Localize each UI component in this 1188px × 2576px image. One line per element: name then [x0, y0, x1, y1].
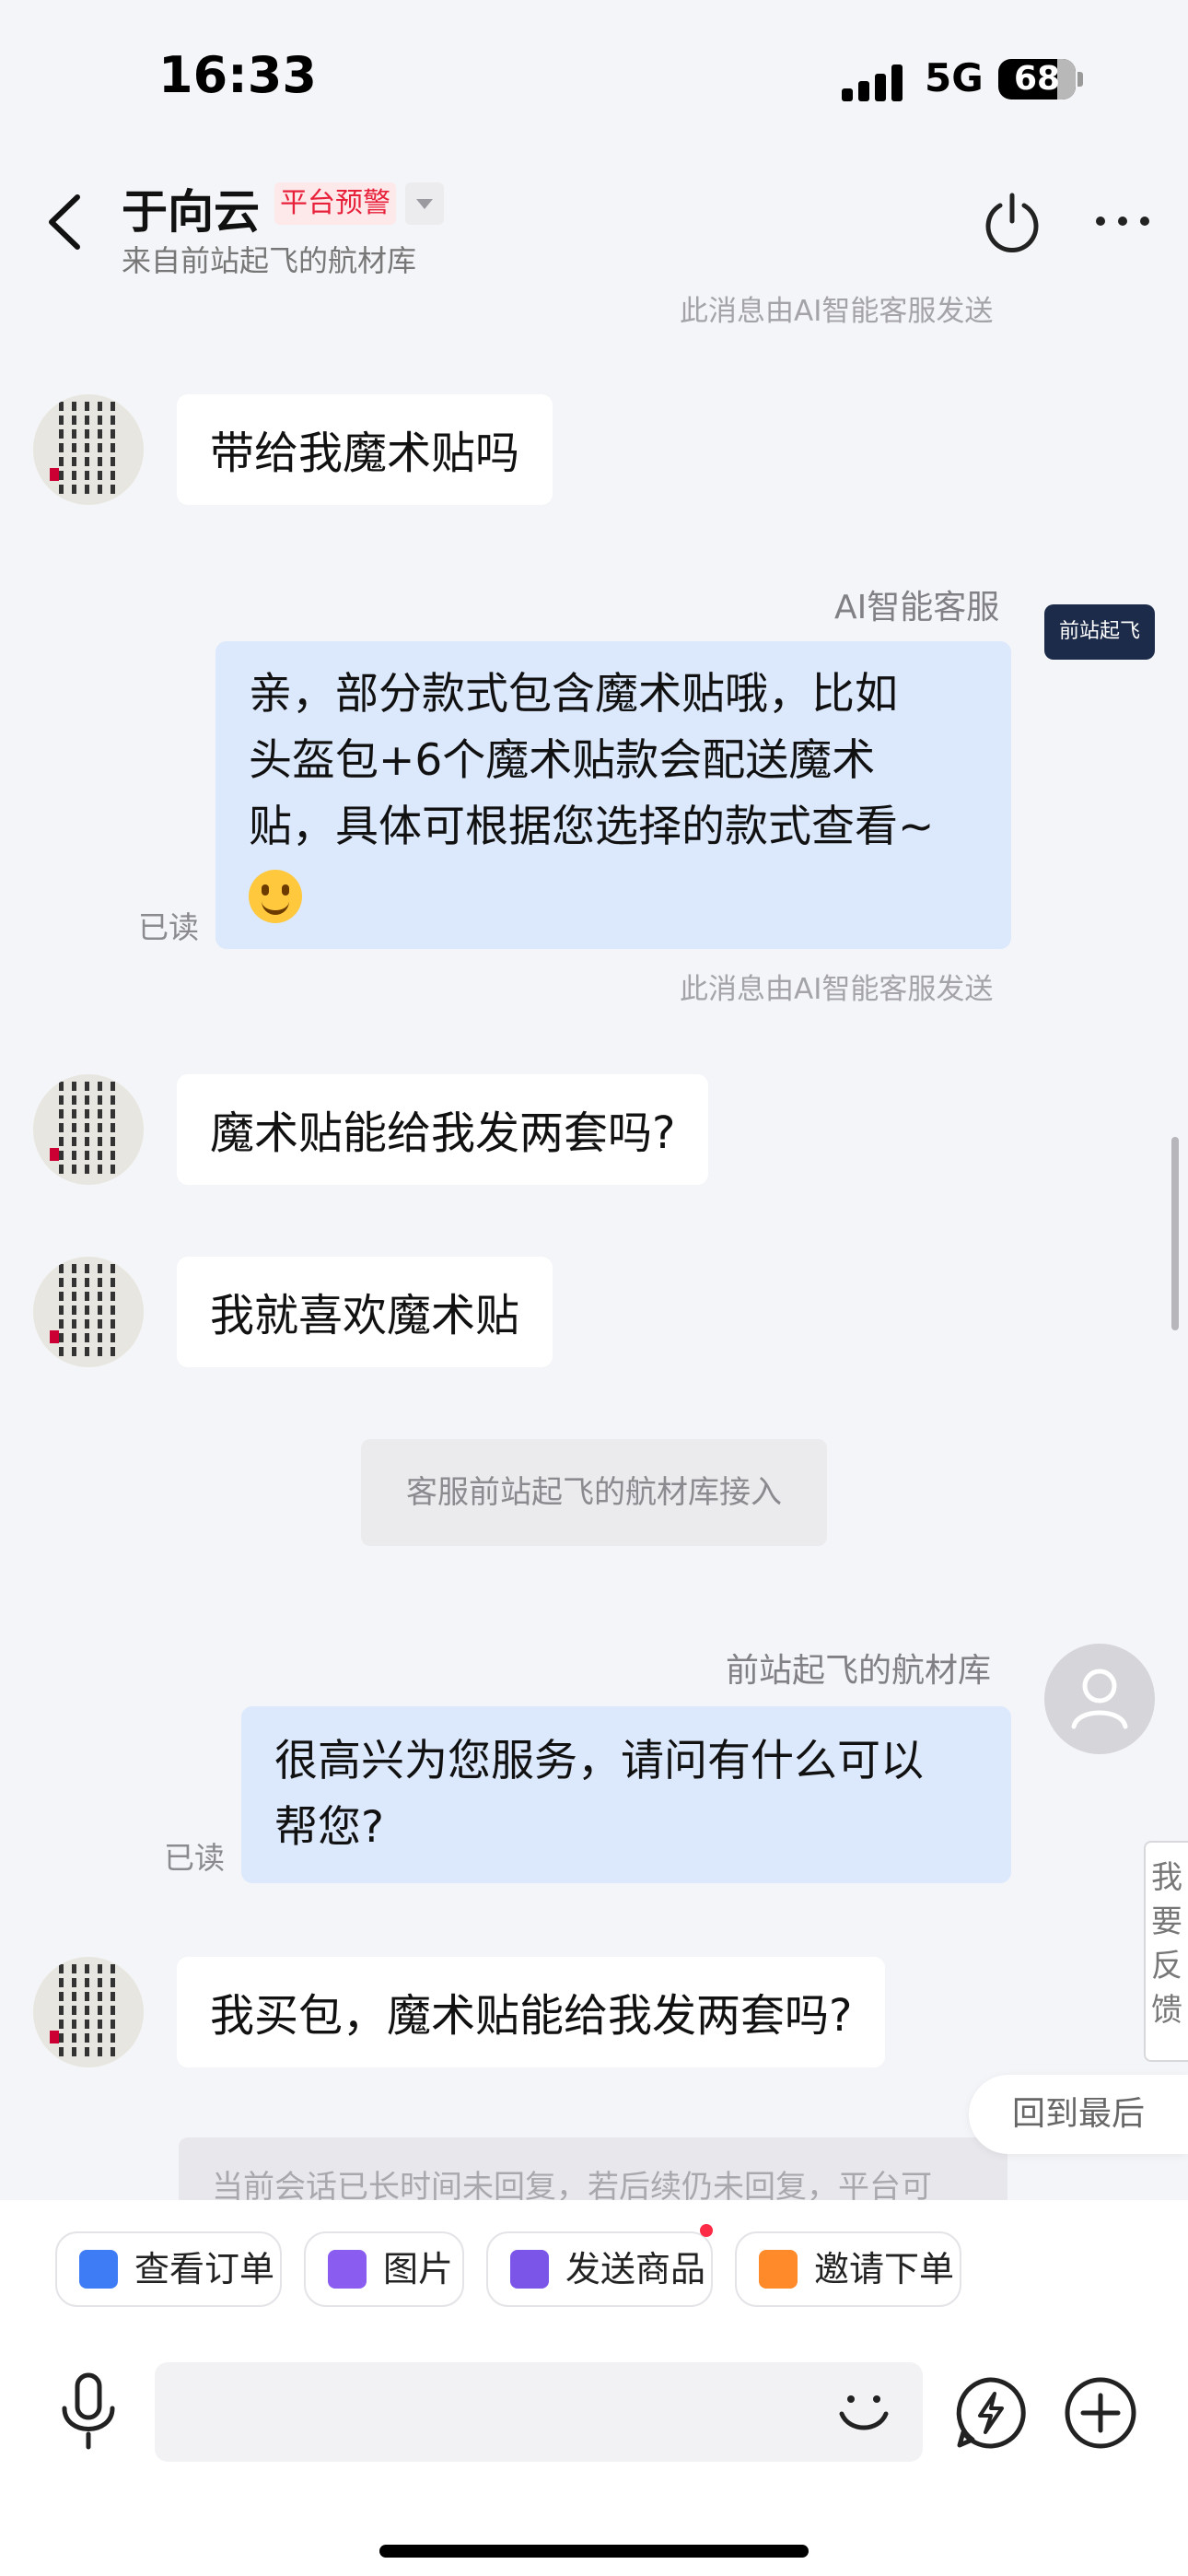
ai-reply-line: 头盔包+6个魔术贴款会配送魔术	[249, 735, 876, 786]
back-to-latest-button[interactable]: 回到最后	[969, 2075, 1188, 2154]
battery-level: 68	[1013, 60, 1061, 98]
ai-reply-line: 亲，部分款式包含魔术贴哦，比如	[249, 669, 898, 720]
timeout-notice: 当前会话已长时间未回复，若后续仍未回复，平台可	[179, 2137, 1007, 2200]
system-message: 客服前站起飞的航材库接入	[361, 1439, 827, 1546]
input-panel: 查看订单 图片 发送商品 邀请下单	[0, 2200, 1188, 2576]
power-icon[interactable]	[980, 190, 1044, 254]
send-product-button[interactable]: 发送商品	[486, 2224, 713, 2307]
message-bubble[interactable]: 带给我魔术贴吗	[177, 394, 553, 505]
emoji-icon[interactable]	[836, 2392, 891, 2434]
smiling-face-icon	[249, 869, 302, 923]
order-icon	[79, 2250, 118, 2289]
message-input[interactable]	[155, 2362, 923, 2462]
chat-message-list[interactable]: 此消息由AI智能客服发送 带给我魔术贴吗 AI智能客服 前站起飞 亲，部分款式包…	[0, 287, 1188, 2200]
quick-action-label: 图片	[383, 2249, 454, 2289]
ai-reply-line: 贴，具体可根据您选择的款式查看~	[249, 802, 935, 852]
quick-action-label: 邀请下单	[814, 2249, 955, 2289]
agent-reply-bubble[interactable]: 很高兴为您服务，请问有什么可以 帮您?	[241, 1706, 1011, 1883]
quick-action-label: 发送商品	[565, 2249, 706, 2289]
ai-notice: 此消息由AI智能客服发送	[680, 295, 994, 328]
invite-order-button[interactable]: 邀请下单	[735, 2231, 961, 2307]
quick-action-label: 查看订单	[134, 2249, 275, 2289]
shop-logo-avatar[interactable]: 前站起飞	[1044, 604, 1155, 660]
invite-icon	[759, 2250, 798, 2289]
customer-avatar[interactable]	[33, 1074, 144, 1185]
message-bubble[interactable]: 我买包，魔术贴能给我发两套吗?	[177, 1957, 886, 2067]
message-bubble[interactable]: 魔术贴能给我发两套吗?	[177, 1074, 709, 1185]
read-status: 已读	[138, 909, 199, 945]
add-icon[interactable]	[1063, 2375, 1138, 2451]
image-icon	[328, 2250, 367, 2289]
microphone-icon[interactable]	[55, 2370, 122, 2453]
home-indicator	[379, 2545, 809, 2558]
more-options-icon[interactable]	[1092, 205, 1153, 238]
agent-avatar[interactable]	[1044, 1644, 1155, 1754]
signal-icon	[842, 64, 910, 101]
battery-tip	[1077, 72, 1083, 87]
chat-header: 于向云 平台预警 来自前站起飞的航材库	[0, 157, 1188, 287]
view-order-button[interactable]: 查看订单	[55, 2231, 282, 2307]
status-time: 16:33	[158, 46, 317, 104]
agent-reply-line: 很高兴为您服务，请问有什么可以	[274, 1736, 924, 1786]
chevron-down-icon[interactable]	[405, 182, 444, 225]
network-type: 5G	[925, 55, 984, 100]
contact-name[interactable]: 于向云	[122, 175, 260, 241]
bag-icon	[510, 2250, 549, 2289]
battery-icon: 68	[998, 59, 1076, 100]
user-icon	[1071, 1669, 1128, 1729]
ai-notice: 此消息由AI智能客服发送	[680, 973, 994, 1006]
status-bar: 16:33 5G 68	[0, 0, 1188, 157]
chevron-left-icon	[49, 194, 80, 250]
ai-sender-label: AI智能客服	[834, 589, 1000, 626]
customer-avatar[interactable]	[33, 394, 144, 505]
customer-avatar[interactable]	[33, 1957, 144, 2067]
notification-dot	[700, 2224, 713, 2237]
shop-subtitle: 来自前站起飞的航材库	[122, 243, 417, 278]
back-button[interactable]	[37, 190, 92, 254]
agent-reply-line: 帮您?	[274, 1802, 384, 1853]
ai-reply-bubble[interactable]: 亲，部分款式包含魔术贴哦，比如 头盔包+6个魔术贴款会配送魔术 贴，具体可根据您…	[215, 641, 1011, 949]
message-bubble[interactable]: 我就喜欢魔术贴	[177, 1257, 553, 1367]
image-button[interactable]: 图片	[304, 2231, 464, 2307]
customer-avatar[interactable]	[33, 1257, 144, 1367]
agent-sender-label: 前站起飞的航材库	[726, 1652, 992, 1690]
scrollbar[interactable]	[1171, 1137, 1179, 1330]
platform-warning-badge[interactable]: 平台预警	[274, 182, 396, 225]
feedback-button[interactable]: 我要反馈	[1144, 1841, 1188, 2062]
read-status: 已读	[164, 1840, 225, 1876]
quick-reply-icon[interactable]	[952, 2375, 1028, 2451]
